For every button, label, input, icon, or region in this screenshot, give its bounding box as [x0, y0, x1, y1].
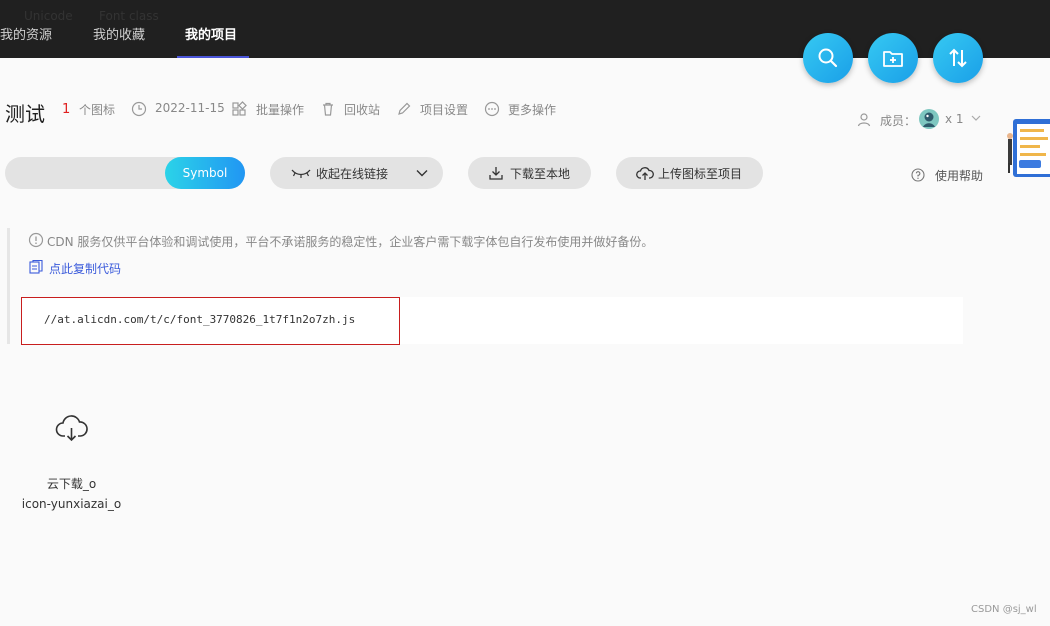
quick-guide-illustration[interactable]	[1005, 113, 1050, 177]
chevron-down-icon[interactable]	[971, 114, 981, 122]
icon-count-suffix: 个图标	[79, 103, 116, 117]
tab-font-class[interactable]: Font class	[99, 9, 159, 23]
collapse-link-button[interactable]: 收起在线链接	[270, 157, 443, 189]
project-title: 测试	[5, 102, 45, 126]
active-tab-indicator	[177, 56, 249, 58]
tab-my-resources[interactable]: 我的资源	[0, 24, 52, 43]
tab-symbol-label: Symbol	[182, 166, 228, 180]
project-date: 2022-11-15	[155, 101, 225, 115]
download-label: 下载至本地	[510, 167, 571, 181]
watermark: CSDN @sj_wl	[971, 604, 1037, 615]
clock-icon	[131, 101, 147, 117]
upload-label: 上传图标至项目	[658, 167, 743, 181]
user-icon	[857, 113, 871, 127]
avatar[interactable]	[918, 108, 940, 130]
cdn-url[interactable]: //at.alicdn.com/t/c/font_3770826_1t7f1n2…	[44, 313, 355, 326]
eye-closed-icon	[291, 169, 311, 178]
members-label: 成员：	[880, 114, 917, 128]
upload-icons-button[interactable]: 上传图标至项目	[616, 157, 763, 189]
folder-add-icon	[883, 51, 903, 67]
tab-symbol[interactable]: Symbol	[165, 157, 245, 189]
icon-count: 1	[62, 102, 71, 117]
info-icon	[28, 232, 44, 248]
copy-icon[interactable]	[28, 259, 44, 275]
more-operations-button[interactable]: 更多操作	[508, 101, 556, 118]
new-project-button[interactable]	[868, 33, 918, 83]
download-button[interactable]: 下载至本地	[468, 157, 591, 189]
icon-code: icon-yunxiazai_o	[21, 497, 122, 511]
recycle-bin-button[interactable]: 回收站	[344, 101, 380, 118]
members-count: x 1	[945, 112, 964, 126]
search-icon	[818, 48, 838, 68]
sort-button[interactable]	[933, 33, 983, 83]
collapse-link-label: 收起在线链接	[316, 167, 389, 181]
tab-unicode[interactable]: Unicode	[24, 9, 73, 23]
tab-my-projects[interactable]: 我的项目	[185, 24, 237, 43]
project-settings-button[interactable]: 项目设置	[420, 101, 468, 118]
chevron-down-icon	[416, 170, 428, 177]
download-icon	[489, 167, 503, 180]
more-icon[interactable]	[484, 101, 500, 117]
trash-icon[interactable]	[320, 101, 336, 117]
sort-icon	[949, 48, 967, 68]
batch-icon[interactable]	[231, 101, 247, 117]
tab-my-favorites[interactable]: 我的收藏	[93, 24, 145, 43]
copy-code-link[interactable]: 点此复制代码	[49, 260, 121, 277]
cloud-download-icon[interactable]	[55, 413, 88, 443]
batch-operation-button[interactable]: 批量操作	[256, 101, 304, 118]
cdn-notice-text: CDN 服务仅供平台体验和调试使用，平台不承诺服务的稳定性，企业客户需下载字体包…	[47, 235, 654, 249]
cloud-upload-icon	[636, 167, 654, 180]
search-button[interactable]	[803, 33, 853, 83]
help-link[interactable]: 使用帮助	[935, 167, 983, 184]
pencil-icon[interactable]	[396, 101, 412, 117]
help-icon[interactable]	[911, 168, 925, 182]
icon-name: 云下载_o	[46, 477, 97, 491]
